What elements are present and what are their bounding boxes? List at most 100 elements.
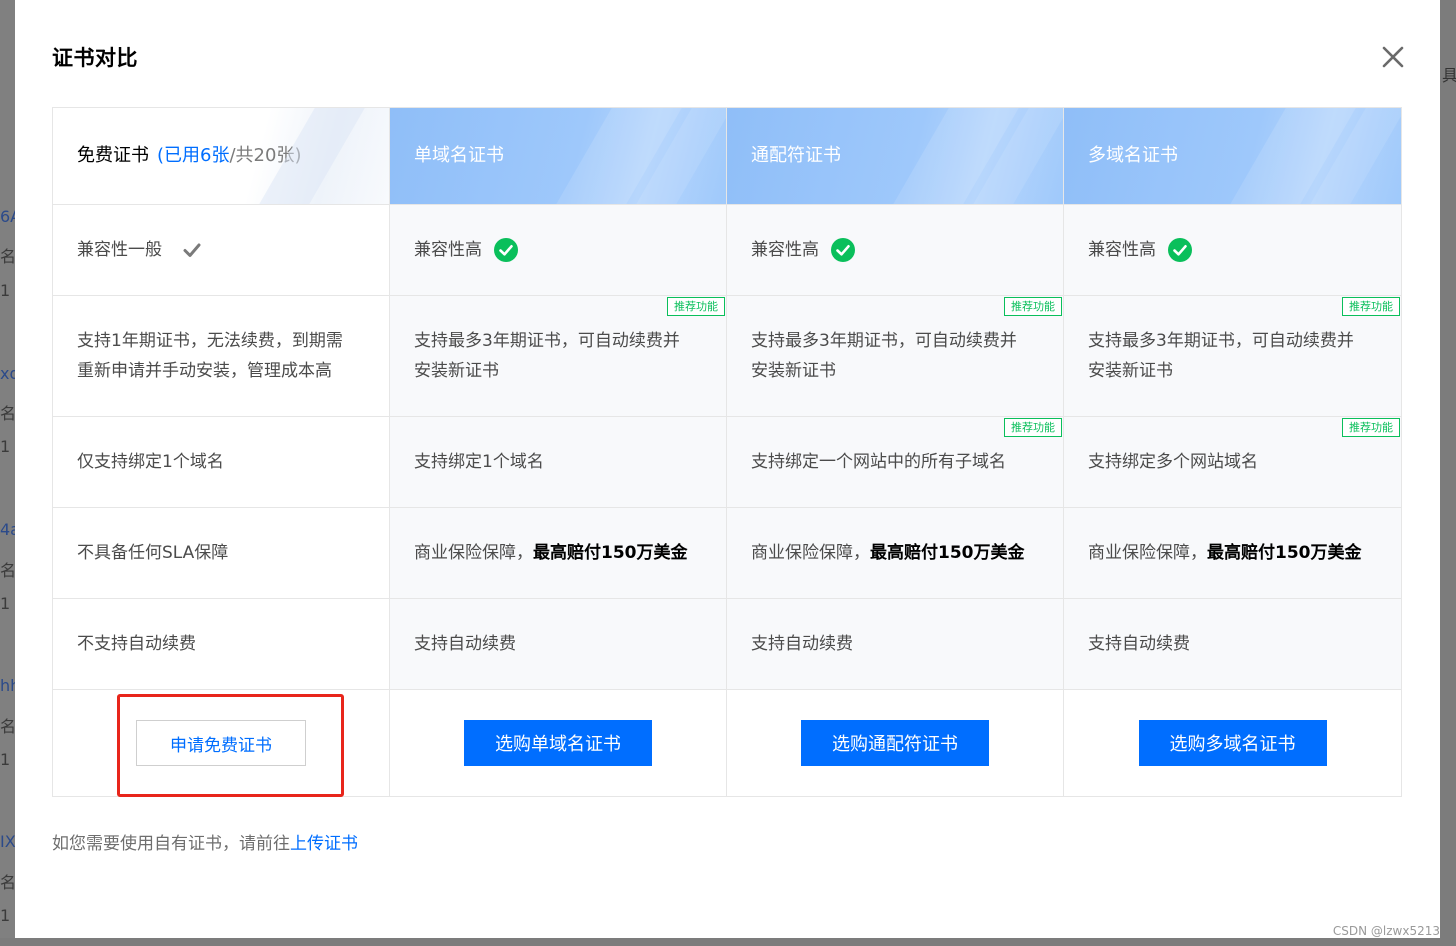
cell-period-free: 支持1年期证书，无法续费，到期需 重新申请并手动安装，管理成本高	[53, 296, 390, 417]
column-title: 通配符证书	[751, 145, 841, 166]
column-header-wildcard: 通配符证书	[727, 108, 1064, 205]
renew-text: 支持自动续费	[751, 634, 853, 654]
check-circle-icon	[1168, 238, 1192, 262]
cell-period-single: 推荐功能 支持最多3年期证书，可自动续费并 安装新证书	[390, 296, 727, 417]
buy-single-domain-button[interactable]: 选购单域名证书	[464, 720, 652, 766]
bg-fragment: 1	[0, 906, 11, 925]
check-icon	[183, 243, 201, 257]
cell-domain-single: 支持绑定1个域名	[390, 417, 727, 508]
period-line: 支持最多3年期证书，可自动续费并	[1088, 331, 1354, 351]
period-line: 安装新证书	[414, 361, 499, 381]
domain-text: 仅支持绑定1个域名	[77, 452, 224, 472]
footer-note: 如您需要使用自有证书，请前往上传证书	[52, 829, 358, 854]
check-circle-icon	[831, 238, 855, 262]
bg-fragment: 6A	[0, 207, 15, 226]
sla-amount: 最高赔付150万美金	[870, 543, 1025, 563]
sla-prefix: 商业保险保障，	[751, 543, 870, 563]
renew-text: 支持自动续费	[414, 634, 516, 654]
cell-action-free: 申请免费证书	[53, 690, 390, 796]
column-title: 单域名证书	[414, 145, 504, 166]
bg-fragment: 1	[0, 750, 11, 769]
bg-fragment: IX	[0, 832, 15, 851]
column-title: 多域名证书	[1088, 145, 1178, 166]
apply-free-cert-button[interactable]: 申请免费证书	[136, 720, 306, 766]
compat-text: 兼容性高	[414, 240, 482, 260]
period-line: 支持最多3年期证书，可自动续费并	[414, 331, 680, 351]
cell-compat-single: 兼容性高	[390, 205, 727, 296]
period-line: 安装新证书	[1088, 361, 1173, 381]
domain-text: 支持绑定1个域名	[414, 452, 544, 472]
compat-text: 兼容性高	[1088, 240, 1156, 260]
close-button[interactable]	[1380, 44, 1406, 70]
cell-domain-wildcard: 推荐功能 支持绑定一个网站中的所有子域名	[727, 417, 1064, 508]
buy-wildcard-button[interactable]: 选购通配符证书	[801, 720, 989, 766]
background-right-strip: 具	[1440, 0, 1456, 946]
cell-action-single: 选购单域名证书	[390, 690, 727, 796]
domain-text: 支持绑定一个网站中的所有子域名	[751, 452, 1006, 472]
recommended-badge: 推荐功能	[1004, 418, 1062, 437]
cell-domain-free: 仅支持绑定1个域名	[53, 417, 390, 508]
certificate-compare-modal: 证书对比 免费证书 (已用6张/共20张) 单域名证书 通配符证书 多域名证书 …	[15, 0, 1440, 938]
bg-fragment: 名	[0, 717, 15, 736]
background-bottom-strip	[0, 938, 1456, 946]
renew-text: 支持自动续费	[1088, 634, 1190, 654]
cell-sla-single: 商业保险保障， 最高赔付150万美金	[390, 508, 727, 599]
bg-fragment: 1	[0, 594, 11, 613]
bg-fragment: 名	[0, 561, 15, 580]
bg-fragment: 1	[0, 437, 11, 456]
column-header-multi-domain: 多域名证书	[1064, 108, 1401, 205]
watermark: CSDN @lzwx5213	[1332, 924, 1440, 938]
cell-renew-multi: 支持自动续费	[1064, 599, 1401, 690]
renew-text: 不支持自动续费	[77, 634, 196, 654]
bg-fragment: 名	[0, 873, 15, 892]
bg-fragment: 1	[0, 281, 11, 300]
domain-text: 支持绑定多个网站域名	[1088, 452, 1258, 472]
cell-sla-multi: 商业保险保障， 最高赔付150万美金	[1064, 508, 1401, 599]
recommended-badge: 推荐功能	[1004, 297, 1062, 316]
cell-renew-wildcard: 支持自动续费	[727, 599, 1064, 690]
compat-text: 兼容性高	[751, 240, 819, 260]
bg-fragment: 名	[0, 404, 15, 423]
column-header-single-domain: 单域名证书	[390, 108, 727, 205]
footer-text: 如您需要使用自有证书，请前往	[52, 834, 290, 854]
column-title: 免费证书	[77, 145, 149, 166]
period-line: 支持1年期证书，无法续费，到期需	[77, 331, 343, 351]
sla-amount: 最高赔付150万美金	[1207, 543, 1362, 563]
modal-title: 证书对比	[52, 46, 138, 70]
cell-action-multi: 选购多域名证书	[1064, 690, 1401, 796]
sla-prefix: 商业保险保障，	[1088, 543, 1207, 563]
check-circle-icon	[494, 238, 518, 262]
compat-text: 兼容性一般	[77, 240, 162, 260]
cell-domain-multi: 推荐功能 支持绑定多个网站域名	[1064, 417, 1401, 508]
buy-multi-domain-button[interactable]: 选购多域名证书	[1138, 720, 1327, 766]
cell-compat-wildcard: 兼容性高	[727, 205, 1064, 296]
cell-sla-wildcard: 商业保险保障， 最高赔付150万美金	[727, 508, 1064, 599]
cell-renew-single: 支持自动续费	[390, 599, 727, 690]
cell-period-wildcard: 推荐功能 支持最多3年期证书，可自动续费并 安装新证书	[727, 296, 1064, 417]
close-icon	[1382, 46, 1404, 68]
cell-period-multi: 推荐功能 支持最多3年期证书，可自动续费并 安装新证书	[1064, 296, 1401, 417]
period-line: 安装新证书	[751, 361, 836, 381]
bg-fragment: xq	[0, 364, 15, 383]
bg-fragment: 具	[1442, 66, 1456, 85]
period-line: 支持最多3年期证书，可自动续费并	[751, 331, 1017, 351]
cell-compat-multi: 兼容性高	[1064, 205, 1401, 296]
sla-text: 不具备任何SLA保障	[77, 543, 229, 563]
period-line: 重新申请并手动安装，管理成本高	[77, 361, 332, 381]
bg-fragment: hh	[0, 676, 15, 695]
cell-compat-free: 兼容性一般	[53, 205, 390, 296]
recommended-badge: 推荐功能	[667, 297, 725, 316]
cell-action-wildcard: 选购通配符证书	[727, 690, 1064, 796]
upload-cert-link[interactable]: 上传证书	[290, 834, 358, 854]
cell-sla-free: 不具备任何SLA保障	[53, 508, 390, 599]
bg-fragment: 4a	[0, 520, 15, 539]
recommended-badge: 推荐功能	[1342, 418, 1400, 437]
sla-amount: 最高赔付150万美金	[533, 543, 688, 563]
bg-fragment: 名	[0, 247, 15, 266]
column-header-free: 免费证书 (已用6张/共20张)	[53, 108, 390, 205]
background-left-strip: 6A 名 1 xq 名 1 4a 名 1 hh 名 1 IX 名 1	[0, 0, 15, 946]
sla-prefix: 商业保险保障，	[414, 543, 533, 563]
recommended-badge: 推荐功能	[1342, 297, 1400, 316]
comparison-table: 免费证书 (已用6张/共20张) 单域名证书 通配符证书 多域名证书 兼容性一般…	[52, 107, 1402, 797]
cell-renew-free: 不支持自动续费	[53, 599, 390, 690]
